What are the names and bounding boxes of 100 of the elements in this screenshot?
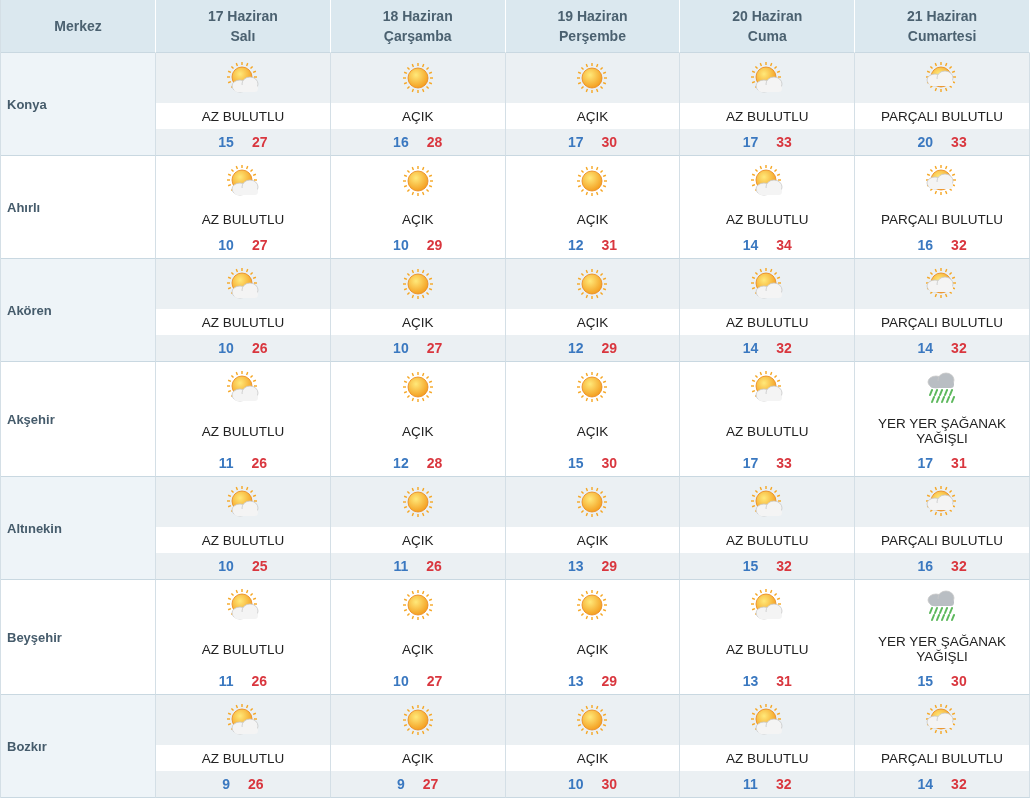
condition-text: YER YER ŞAĞANAK YAĞIŞLI xyxy=(877,416,1008,446)
max-temperature: 32 xyxy=(775,776,792,792)
condition-text: PARÇALI BULUTLU xyxy=(881,532,1004,548)
min-temperature: 15 xyxy=(742,558,759,574)
min-temperature: 20 xyxy=(917,134,934,150)
weekday-label: Cuma xyxy=(747,27,787,46)
date-label: 18 Haziran xyxy=(382,7,453,26)
weekday-label: Salı xyxy=(230,27,256,46)
city-name: Beyşehir xyxy=(7,629,62,645)
min-temperature: 12 xyxy=(393,455,409,471)
max-temperature: 32 xyxy=(776,558,792,574)
date-label: 21 Haziran xyxy=(907,7,978,26)
condition-text: AÇIK xyxy=(401,750,434,766)
max-temperature: 33 xyxy=(951,134,967,150)
max-temperature: 31 xyxy=(951,455,967,471)
condition-text: AZ BULUTLU xyxy=(726,532,809,548)
min-temperature: 10 xyxy=(218,237,234,253)
max-temperature: 33 xyxy=(776,134,792,150)
condition-text: AÇIK xyxy=(401,423,434,439)
max-temperature: 30 xyxy=(601,134,618,150)
min-temperature: 17 xyxy=(917,455,934,471)
min-temperature: 13 xyxy=(742,673,759,689)
max-temperature: 27 xyxy=(426,340,443,356)
max-temperature: 30 xyxy=(951,673,967,689)
weekday-label: Perşembe xyxy=(559,27,626,46)
condition-text: AZ BULUTLU xyxy=(201,108,285,124)
max-temperature: 32 xyxy=(776,340,792,356)
max-temperature: 34 xyxy=(776,237,792,253)
max-temperature: 26 xyxy=(426,558,442,574)
min-temperature: 11 xyxy=(218,455,234,471)
condition-text: PARÇALI BULUTLU xyxy=(881,750,1004,766)
weekday-label: Çarşamba xyxy=(383,27,452,46)
date-label: 20 Haziran xyxy=(732,7,803,26)
max-temperature: 33 xyxy=(776,455,792,471)
condition-text: AZ BULUTLU xyxy=(201,423,285,439)
min-temperature: 15 xyxy=(917,673,934,689)
min-temperature: 11 xyxy=(743,776,758,792)
city-name: Ahırlı xyxy=(7,199,41,215)
condition-text: AZ BULUTLU xyxy=(201,211,285,227)
condition-text: AÇIK xyxy=(401,314,434,330)
max-temperature: 26 xyxy=(251,340,268,356)
max-temperature: 29 xyxy=(426,237,443,253)
min-temperature: 14 xyxy=(917,776,934,792)
condition-text: AZ BULUTLU xyxy=(726,423,809,439)
condition-text: AÇIK xyxy=(576,641,609,657)
max-temperature: 31 xyxy=(776,673,792,689)
condition-text: AÇIK xyxy=(401,211,434,227)
condition-text: AÇIK xyxy=(401,532,434,548)
city-name: Konya xyxy=(7,96,47,112)
condition-text: AÇIK xyxy=(401,108,434,124)
city-name: Akşehir xyxy=(7,411,55,427)
condition-text: AZ BULUTLU xyxy=(201,532,285,548)
city-name: Bozkır xyxy=(7,738,47,754)
min-temperature: 13 xyxy=(567,558,584,574)
date-label: 19 Haziran xyxy=(557,7,628,26)
max-temperature: 32 xyxy=(951,340,967,356)
max-temperature: 28 xyxy=(426,455,443,471)
min-temperature: 9 xyxy=(397,776,405,792)
max-temperature: 26 xyxy=(251,673,268,689)
condition-text: AÇIK xyxy=(576,108,609,124)
min-temperature: 16 xyxy=(393,134,409,150)
city-name: Akören xyxy=(7,302,52,318)
min-temperature: 10 xyxy=(218,340,234,356)
max-temperature: 27 xyxy=(422,776,439,792)
max-temperature: 32 xyxy=(951,558,967,574)
min-temperature: 14 xyxy=(742,340,759,356)
min-temperature: 16 xyxy=(917,237,934,253)
max-temperature: 27 xyxy=(426,673,443,689)
max-temperature: 25 xyxy=(251,558,268,574)
condition-text: AÇIK xyxy=(576,423,609,439)
max-temperature: 26 xyxy=(251,455,268,471)
min-temperature: 15 xyxy=(567,455,584,471)
condition-text: AÇIK xyxy=(576,314,609,330)
condition-text: AZ BULUTLU xyxy=(726,108,809,124)
min-temperature: 14 xyxy=(742,237,759,253)
min-temperature: 12 xyxy=(567,340,584,356)
max-temperature: 30 xyxy=(601,455,618,471)
condition-text: PARÇALI BULUTLU xyxy=(881,211,1004,227)
condition-text: AZ BULUTLU xyxy=(726,750,809,766)
min-temperature: 11 xyxy=(218,673,234,689)
condition-text: AZ BULUTLU xyxy=(201,641,285,657)
weekday-label: Cumartesi xyxy=(907,27,977,46)
condition-text: AÇIK xyxy=(576,750,609,766)
max-temperature: 27 xyxy=(251,237,268,253)
condition-text: AÇIK xyxy=(576,532,609,548)
condition-text: YER YER ŞAĞANAK YAĞIŞLI xyxy=(877,634,1008,664)
min-temperature: 12 xyxy=(567,237,584,253)
min-temperature: 10 xyxy=(393,673,409,689)
condition-text: AZ BULUTLU xyxy=(726,211,809,227)
min-temperature: 13 xyxy=(567,673,584,689)
min-temperature: 17 xyxy=(742,455,759,471)
condition-text: AZ BULUTLU xyxy=(201,314,285,330)
max-temperature: 29 xyxy=(601,558,618,574)
min-temperature: 10 xyxy=(393,340,409,356)
max-temperature: 26 xyxy=(248,776,264,792)
min-temperature: 10 xyxy=(567,776,584,792)
max-temperature: 32 xyxy=(951,776,967,792)
min-temperature: 15 xyxy=(218,134,234,150)
min-temperature: 10 xyxy=(218,558,234,574)
max-temperature: 31 xyxy=(601,237,618,253)
